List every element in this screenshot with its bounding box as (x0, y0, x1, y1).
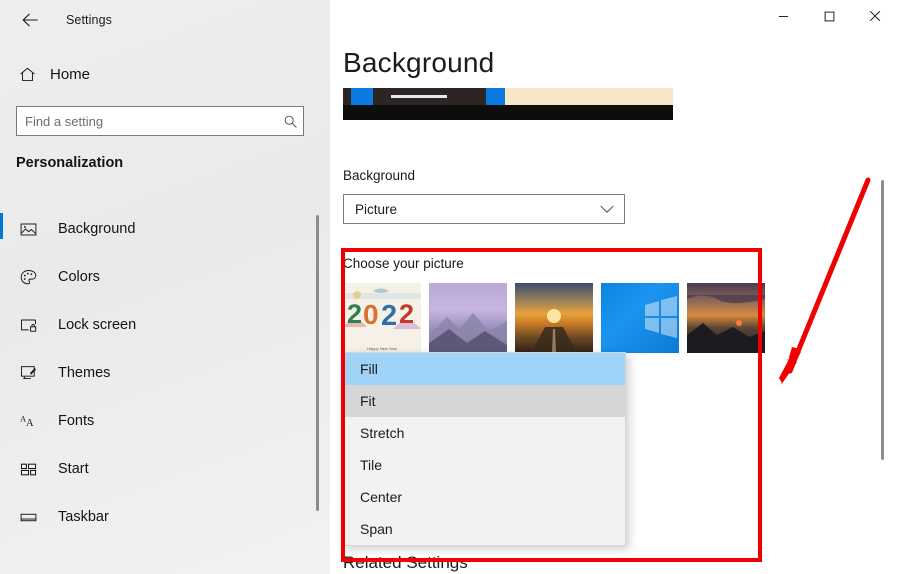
main-scrollbar[interactable] (881, 180, 884, 460)
related-settings-heading: Related Settings (343, 553, 468, 572)
preview-segment-blue-1 (351, 88, 373, 105)
dropdown-option-fill[interactable]: Fill (344, 353, 625, 385)
thumbnail-dark-sunset[interactable] (687, 283, 765, 353)
sidebar-item-taskbar[interactable]: Taskbar (0, 493, 318, 541)
sidebar-nav-list: Background Colors Lock screen Themes A A… (0, 205, 318, 541)
sidebar: Settings Home Personalization (0, 0, 330, 574)
sidebar-scrollbar[interactable] (316, 215, 319, 511)
home-icon (16, 63, 38, 85)
dropdown-option-span[interactable]: Span (344, 513, 625, 545)
svg-text:A: A (26, 417, 34, 428)
thumbnail-windows-blue[interactable] (601, 283, 679, 353)
background-type-dropdown[interactable]: Picture (343, 194, 625, 224)
sidebar-item-fonts[interactable]: A A Fonts (0, 397, 318, 445)
sidebar-item-lock-screen-label: Lock screen (58, 317, 137, 333)
svg-text:2: 2 (381, 300, 397, 332)
sidebar-item-themes[interactable]: Themes (0, 349, 318, 397)
page-title: Background (343, 47, 495, 78)
preview-segment-white-line (391, 95, 447, 98)
main-content: Background Background Picture Choose you… (330, 0, 898, 574)
fit-options-dropdown[interactable]: Fill Fit Stretch Tile Center Span (343, 352, 626, 546)
thumbnail-purple-mountains[interactable] (429, 283, 507, 353)
dropdown-option-tile[interactable]: Tile (344, 449, 625, 481)
sidebar-item-fonts-label: Fonts (58, 413, 95, 429)
sidebar-category-title: Personalization (16, 155, 124, 171)
window-titlebar-left: Settings (0, 0, 330, 40)
search-input[interactable] (17, 113, 277, 129)
chevron-down-icon (600, 205, 614, 214)
selection-accent-bar (0, 213, 3, 239)
sidebar-item-background[interactable]: Background (0, 205, 318, 253)
background-type-value: Picture (355, 201, 398, 217)
lock-screen-icon (16, 313, 40, 337)
sidebar-item-background-label: Background (58, 221, 136, 237)
window-controls (760, 0, 898, 32)
sidebar-item-home-label: Home (50, 65, 91, 83)
fonts-aa-icon: A A (16, 409, 40, 433)
start-tiles-icon (16, 457, 40, 481)
palette-icon (16, 265, 40, 289)
sidebar-item-start[interactable]: Start (0, 445, 318, 493)
sidebar-item-start-label: Start (58, 461, 89, 477)
thumbnail-2022-new-year[interactable]: 2 0 2 2 Happy New Year (343, 283, 421, 353)
preview-segment-cream (505, 88, 673, 105)
svg-text:0: 0 (363, 299, 379, 330)
minimize-button[interactable] (760, 0, 806, 32)
thumbnail-sunset-road[interactable] (515, 283, 593, 353)
svg-text:2: 2 (399, 299, 414, 329)
sidebar-item-lock-screen[interactable]: Lock screen (0, 301, 318, 349)
sidebar-item-themes-label: Themes (58, 365, 111, 381)
maximize-button[interactable] (806, 0, 852, 32)
sidebar-item-colors[interactable]: Colors (0, 253, 318, 301)
sidebar-item-colors-label: Colors (58, 269, 100, 285)
choose-picture-label: Choose your picture (343, 256, 464, 271)
svg-text:2: 2 (347, 299, 362, 329)
back-arrow-icon[interactable] (6, 4, 54, 36)
picture-thumbnail-list: 2 0 2 2 Happy New Year (343, 283, 765, 353)
taskbar-icon (16, 505, 40, 529)
dropdown-option-center[interactable]: Center (344, 481, 625, 513)
thumbnail-caption: Happy New Year (367, 346, 397, 351)
picture-icon (16, 217, 40, 241)
window-title: Settings (66, 13, 112, 27)
settings-window: Settings Home Personalization (0, 0, 898, 574)
background-preview-strip (343, 88, 673, 120)
dropdown-option-fit[interactable]: Fit (344, 385, 625, 417)
sidebar-item-home[interactable]: Home (0, 57, 300, 91)
background-dropdown-label: Background (343, 168, 416, 183)
search-icon[interactable] (277, 114, 303, 129)
themes-brush-icon (16, 361, 40, 385)
dropdown-option-stretch[interactable]: Stretch (344, 417, 625, 449)
search-box[interactable] (16, 106, 304, 136)
sidebar-item-taskbar-label: Taskbar (58, 509, 109, 525)
close-button[interactable] (852, 0, 898, 32)
